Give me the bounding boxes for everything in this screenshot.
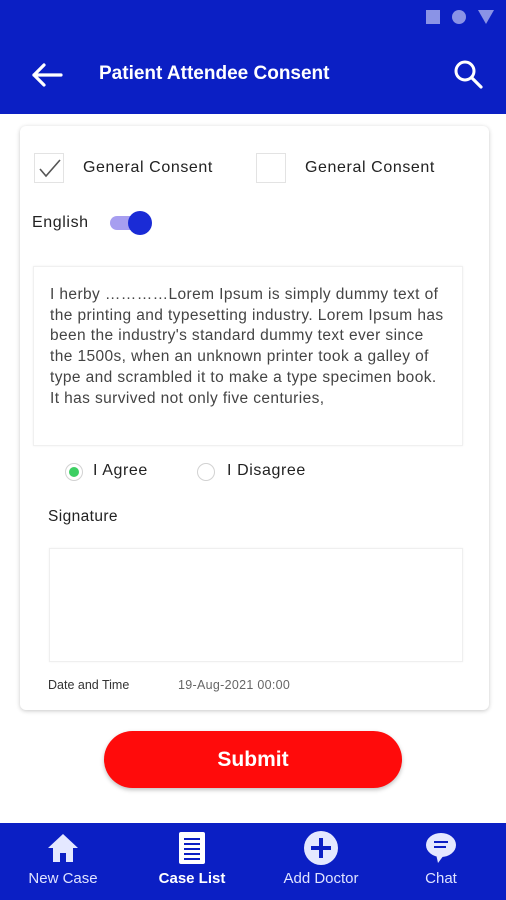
back-triangle-icon [478, 10, 494, 24]
home-circle-icon [452, 10, 466, 24]
recents-icon [426, 10, 440, 24]
app-bar: Patient Attendee Consent [0, 36, 506, 114]
nav-label-new-case: New Case [28, 870, 98, 887]
nav-item-chat[interactable]: Chat [378, 823, 504, 900]
date-time-label: Date and Time [48, 678, 130, 692]
status-icons [426, 10, 494, 24]
list-document-icon [179, 832, 205, 864]
consent-form-card: General Consent General Consent English … [20, 126, 489, 710]
home-icon [48, 834, 78, 862]
arrow-left-icon [32, 63, 63, 87]
nav-label-chat: Chat [425, 870, 457, 887]
nav-item-add-doctor[interactable]: Add Doctor [258, 823, 384, 900]
toggle-knob [128, 211, 152, 235]
disagree-radio[interactable] [197, 463, 215, 481]
signature-label: Signature [48, 508, 118, 525]
language-label: English [32, 214, 89, 231]
nav-item-case-list[interactable]: Case List [129, 823, 255, 900]
status-bar [0, 0, 506, 36]
page-title: Patient Attendee Consent [99, 63, 330, 84]
consent-text: I herby …………Lorem Ipsum is simply dummy … [50, 286, 444, 407]
checkmark-icon [39, 159, 61, 178]
general-consent-label-2: General Consent [305, 159, 435, 176]
nav-label-case-list: Case List [158, 870, 226, 887]
agree-label: I Agree [93, 462, 148, 479]
general-consent-checkbox-2[interactable] [256, 153, 286, 183]
chat-bubble-icon [426, 833, 456, 863]
date-time-value: 19-Aug-2021 00:00 [178, 678, 291, 692]
nav-item-new-case[interactable]: New Case [0, 823, 126, 900]
signature-pad[interactable] [49, 548, 463, 662]
language-toggle[interactable] [110, 210, 154, 236]
general-consent-checkbox-1[interactable] [34, 153, 64, 183]
add-circle-icon [304, 831, 338, 865]
general-consent-label-1: General Consent [83, 159, 213, 176]
submit-button[interactable]: Submit [104, 731, 402, 788]
search-icon [454, 60, 483, 89]
nav-label-add-doctor: Add Doctor [283, 870, 359, 887]
radio-selected-dot [69, 467, 79, 477]
disagree-label: I Disagree [227, 462, 306, 479]
back-button[interactable] [30, 60, 64, 90]
consent-text-box: I herby …………Lorem Ipsum is simply dummy … [33, 266, 463, 446]
search-button[interactable] [452, 58, 486, 92]
bottom-nav: New Case Case List Add Doctor Chat [0, 823, 506, 900]
agree-radio[interactable] [65, 463, 83, 481]
